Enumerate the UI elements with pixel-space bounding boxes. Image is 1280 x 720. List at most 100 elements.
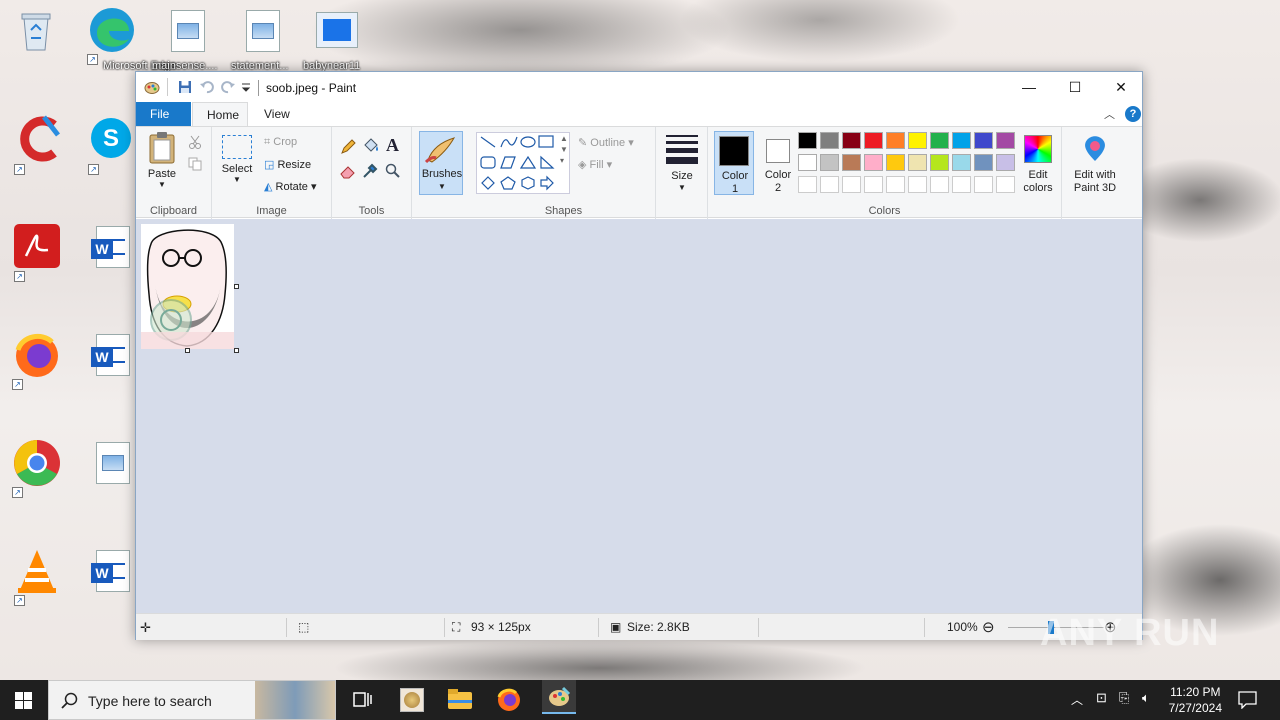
palette-swatch[interactable] bbox=[952, 132, 971, 149]
taskbar-search-box[interactable]: Type here to search bbox=[48, 680, 336, 720]
palette-swatch[interactable] bbox=[974, 132, 993, 149]
close-button[interactable]: ✕ bbox=[1098, 72, 1144, 102]
image-canvas[interactable] bbox=[141, 224, 234, 349]
palette-swatch[interactable] bbox=[996, 154, 1015, 171]
palette-swatch[interactable] bbox=[864, 154, 883, 171]
palette-swatch[interactable] bbox=[974, 154, 993, 171]
image-file-icon[interactable] bbox=[246, 10, 280, 52]
brushes-button[interactable]: Brushes ▼ bbox=[419, 131, 463, 195]
select-button[interactable]: Select ▼ bbox=[220, 135, 254, 184]
canvas-area[interactable] bbox=[136, 219, 1142, 613]
palette-swatch[interactable] bbox=[864, 132, 883, 149]
fill-bucket-icon[interactable] bbox=[362, 137, 380, 155]
document-file-icon[interactable] bbox=[316, 12, 358, 48]
palette-swatch[interactable] bbox=[908, 176, 927, 193]
eraser-icon[interactable] bbox=[340, 163, 356, 179]
palette-swatch[interactable] bbox=[864, 176, 883, 193]
palette-swatch[interactable] bbox=[798, 176, 817, 193]
word-document-icon[interactable]: W bbox=[91, 550, 130, 592]
palette-swatch[interactable] bbox=[930, 154, 949, 171]
crop-button[interactable]: ⌗ Crop bbox=[264, 136, 297, 149]
palette-swatch[interactable] bbox=[842, 132, 861, 149]
palette-swatch[interactable] bbox=[886, 154, 905, 171]
task-view-icon[interactable] bbox=[347, 686, 377, 714]
paint-taskbar-icon[interactable] bbox=[397, 686, 427, 714]
palette-swatch[interactable] bbox=[952, 154, 971, 171]
resize-handle-right[interactable] bbox=[234, 284, 239, 289]
palette-swatch[interactable] bbox=[974, 176, 993, 193]
resize-button[interactable]: ◲ Resize bbox=[264, 158, 311, 171]
palette-swatch[interactable] bbox=[842, 176, 861, 193]
tab-view[interactable]: View bbox=[250, 102, 304, 126]
recycle-bin-icon[interactable] bbox=[16, 8, 76, 68]
pencil-icon[interactable] bbox=[340, 139, 356, 155]
palette-swatch[interactable] bbox=[820, 154, 839, 171]
color-picker-icon[interactable] bbox=[362, 163, 378, 179]
resize-handle-bottom[interactable] bbox=[185, 348, 190, 353]
edit-colors-button[interactable]: Edit colors bbox=[1016, 131, 1060, 195]
undo-icon[interactable] bbox=[199, 80, 215, 94]
word-document-icon[interactable]: W bbox=[91, 226, 130, 268]
palette-swatch[interactable] bbox=[996, 132, 1015, 149]
palette-swatch[interactable] bbox=[996, 176, 1015, 193]
resize-handle-corner[interactable] bbox=[234, 348, 239, 353]
ccleaner-icon[interactable]: ↗ bbox=[14, 115, 74, 175]
palette-swatch[interactable] bbox=[886, 132, 905, 149]
edge-icon[interactable]: ↗ bbox=[87, 5, 147, 65]
network-status-icon[interactable]: ⊡ bbox=[1096, 690, 1107, 706]
rotate-button[interactable]: ◭ Rotate ▾ bbox=[264, 180, 317, 193]
show-hidden-icons[interactable]: ︿ bbox=[1071, 691, 1083, 708]
image-file-icon[interactable] bbox=[96, 442, 130, 484]
palette-swatch[interactable] bbox=[820, 176, 839, 193]
palette-swatch[interactable] bbox=[842, 154, 861, 171]
palette-swatch[interactable] bbox=[930, 176, 949, 193]
palette-swatch[interactable] bbox=[908, 132, 927, 149]
windows-start-icon[interactable] bbox=[15, 692, 32, 709]
paste-button[interactable]: Paste ▼ bbox=[144, 131, 180, 189]
tab-home[interactable]: Home bbox=[192, 102, 248, 126]
volume-icon[interactable]: 🔈︎ bbox=[1142, 690, 1150, 706]
size-lines-icon[interactable] bbox=[666, 135, 698, 164]
palette-swatch[interactable] bbox=[908, 154, 927, 171]
zoom-out-icon[interactable]: ⊖ bbox=[982, 614, 995, 641]
firefox-icon[interactable]: ↗ bbox=[12, 330, 72, 390]
gallery-scroll-icons[interactable]: ▲ ▼ ▾ bbox=[560, 133, 568, 166]
palette-swatch[interactable] bbox=[930, 132, 949, 149]
customize-qat-icon[interactable] bbox=[241, 80, 251, 94]
paint-app-icon[interactable] bbox=[144, 80, 160, 94]
acrobat-icon[interactable]: ↗ bbox=[14, 222, 74, 282]
file-explorer-icon[interactable] bbox=[445, 686, 475, 714]
edit-with-paint3d-button[interactable]: Edit with Paint 3D bbox=[1066, 131, 1124, 197]
color1-button[interactable]: Color 1 bbox=[714, 131, 754, 195]
maximize-button[interactable]: ☐ bbox=[1052, 72, 1098, 102]
taskbar-clock[interactable]: 11:20 PM 7/27/2024 bbox=[1169, 684, 1222, 716]
color2-button[interactable]: Color 2 bbox=[758, 131, 798, 195]
palette-swatch[interactable] bbox=[952, 176, 971, 193]
shapes-gallery[interactable] bbox=[476, 132, 570, 194]
palette-swatch[interactable] bbox=[798, 132, 817, 149]
magnifier-icon[interactable] bbox=[385, 163, 401, 179]
text-tool-icon[interactable]: A bbox=[386, 135, 399, 156]
fill-button[interactable]: ◈ Fill ▾ bbox=[578, 158, 612, 171]
chrome-icon[interactable]: ↗ bbox=[12, 438, 72, 498]
vlc-icon[interactable]: ↗ bbox=[14, 546, 74, 606]
cut-icon[interactable] bbox=[188, 135, 202, 149]
palette-swatch[interactable] bbox=[820, 132, 839, 149]
copy-icon[interactable] bbox=[188, 157, 202, 171]
palette-swatch[interactable] bbox=[798, 154, 817, 171]
save-icon[interactable] bbox=[177, 80, 193, 94]
paint-active-taskbar-icon[interactable] bbox=[542, 680, 576, 714]
image-file-icon[interactable] bbox=[171, 10, 205, 52]
redo-icon[interactable] bbox=[220, 80, 236, 94]
outline-button[interactable]: ✎ Outline ▾ bbox=[578, 136, 634, 149]
network-icon[interactable]: ⎘ bbox=[1119, 690, 1129, 706]
minimize-button[interactable]: — bbox=[1006, 72, 1052, 102]
word-document-icon[interactable]: W bbox=[91, 334, 130, 376]
size-label[interactable]: Size bbox=[656, 170, 708, 182]
tab-file[interactable]: File bbox=[136, 102, 191, 126]
help-icon[interactable]: ? bbox=[1125, 106, 1141, 122]
notifications-icon[interactable] bbox=[1238, 691, 1257, 709]
palette-swatch[interactable] bbox=[886, 176, 905, 193]
firefox-taskbar-icon[interactable] bbox=[494, 686, 524, 714]
collapse-ribbon-icon[interactable]: ︿ bbox=[1104, 106, 1115, 122]
